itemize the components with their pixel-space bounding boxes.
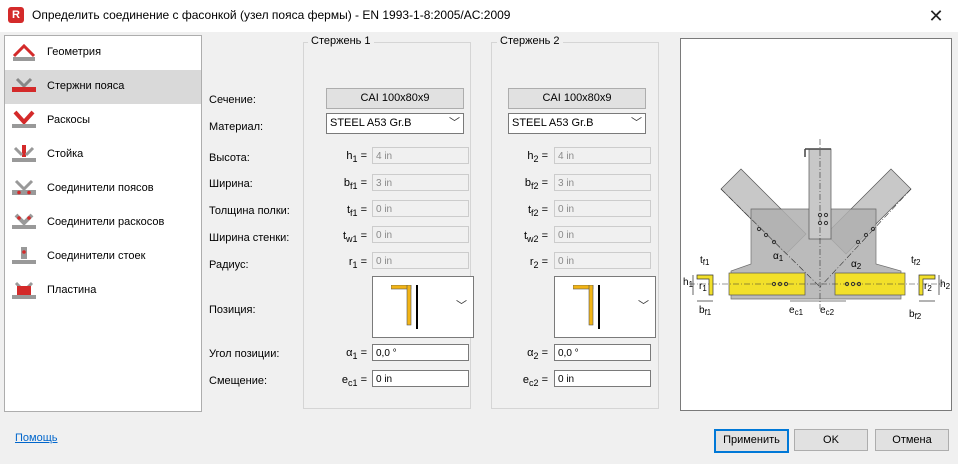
- bar2-tw-symbol: tw2 =: [523, 230, 548, 245]
- angle-position-icon: [573, 285, 600, 329]
- sidebar-item-label: Раскосы: [47, 114, 91, 126]
- bar1-b-field: 3 in: [372, 174, 469, 191]
- bf2-label: bf2: [909, 309, 922, 321]
- bar1-position-select[interactable]: ﹀: [372, 276, 474, 338]
- geometry-icon: [12, 43, 36, 61]
- bar2-offset-input[interactable]: 0 in: [554, 370, 651, 387]
- post-connectors-icon: [12, 247, 36, 264]
- bar1-r-symbol: r1 =: [348, 256, 367, 271]
- bar1-tf-field: 0 in: [372, 200, 469, 217]
- window-title: Определить соединение с фасонкой (узел п…: [32, 8, 511, 22]
- title-bar: R Определить соединение с фасонкой (узел…: [0, 0, 958, 32]
- bar2-alpha-input[interactable]: 0,0 °: [554, 344, 651, 361]
- diagonal-connectors-icon: [12, 213, 36, 229]
- tf1-label: tf1: [700, 255, 710, 267]
- sidebar-item-label: Соединители стоек: [47, 250, 146, 262]
- bar1-tw-field: 0 in: [372, 226, 469, 243]
- bar2-b-symbol: bf2 =: [524, 177, 548, 192]
- position-label: Позиция:: [209, 304, 256, 316]
- bar2-section-button[interactable]: CAI 100x80x9: [508, 88, 646, 109]
- sidebar-item-plate[interactable]: Пластина: [5, 274, 201, 308]
- bar1-b-symbol: bf1 =: [343, 177, 367, 192]
- apply-button[interactable]: Применить: [714, 429, 789, 453]
- bar2-alpha-symbol: α2 =: [527, 347, 548, 362]
- chevron-down-icon: ﹀: [638, 300, 649, 312]
- bar2-b-field: 3 in: [554, 174, 651, 191]
- bar2-tf-symbol: tf2 =: [527, 204, 548, 219]
- ec1-label: ec1: [789, 305, 804, 317]
- bar2-position-select[interactable]: ﹀: [554, 276, 656, 338]
- section-label: Сечение:: [209, 94, 256, 106]
- sidebar-item-geometry[interactable]: Геометрия: [5, 36, 201, 70]
- sidebar-item-label: Пластина: [47, 284, 97, 296]
- bar1-r-field: 0 in: [372, 252, 469, 269]
- h1-label: h1: [683, 277, 694, 289]
- plate-icon: [12, 281, 36, 299]
- bar1-h-symbol: h1 =: [346, 150, 367, 165]
- connection-preview: tf1 h1 r1 bf1 ec1 ec2 α1 α2 tf2 r2 h2 bf…: [680, 38, 952, 411]
- bar2-e-symbol: ec2 =: [522, 374, 548, 389]
- bar2-tw-field: 0 in: [554, 226, 651, 243]
- bar1-material-select[interactable]: STEEL A53 Gr.B ﹀: [326, 113, 464, 134]
- bar2-h-field: 4 in: [554, 147, 651, 164]
- sidebar-item-label: Стойка: [47, 148, 84, 160]
- bar2-tf-field: 0 in: [554, 200, 651, 217]
- sidebar-item-post[interactable]: Стойка: [5, 138, 201, 172]
- sidebar-item-diagonals[interactable]: Раскосы: [5, 104, 201, 138]
- sidebar-item-post-connectors[interactable]: Соединители стоек: [5, 240, 201, 274]
- bar2-title: Стержень 2: [497, 35, 563, 47]
- app-icon: R: [8, 7, 24, 23]
- bar1-alpha-symbol: α1 =: [346, 347, 367, 362]
- bar2-material-select[interactable]: STEEL A53 Gr.B ﹀: [508, 113, 646, 134]
- chevron-down-icon: ﹀: [456, 300, 467, 312]
- sidebar-item-label: Соединители поясов: [47, 182, 154, 194]
- tf2-label: tf2: [911, 255, 921, 267]
- chevron-down-icon: ﹀: [631, 117, 642, 129]
- bar2-r-field: 0 in: [554, 252, 651, 269]
- bar1-title: Стержень 1: [308, 35, 374, 47]
- close-icon[interactable]: ✕: [924, 4, 948, 28]
- sidebar-item-diagonal-connectors[interactable]: Соединители раскосов: [5, 206, 201, 240]
- chord-bars-icon: [12, 77, 36, 92]
- bar1-offset-input[interactable]: 0 in: [372, 370, 469, 387]
- sidebar-item-label: Соединители раскосов: [47, 216, 165, 228]
- help-link[interactable]: Помощь: [15, 432, 58, 444]
- sidebar-item-chord-bars[interactable]: Стержни пояса: [5, 70, 201, 104]
- sidebar-item-chord-connectors[interactable]: Соединители поясов: [5, 172, 201, 206]
- ec2-label: ec2: [820, 305, 835, 317]
- chevron-down-icon: ﹀: [449, 117, 460, 129]
- web-thickness-label: Ширина стенки:: [209, 232, 290, 244]
- material-label: Материал:: [209, 121, 264, 133]
- bar1-h-field: 4 in: [372, 147, 469, 164]
- sidebar-item-label: Геометрия: [47, 46, 102, 58]
- r2-label: r2: [924, 281, 932, 293]
- bar1-e-symbol: ec1 =: [341, 374, 367, 389]
- bar1-alpha-input[interactable]: 0,0 °: [372, 344, 469, 361]
- sidebar: Геометрия Стержни пояса Раскосы Стойка С…: [4, 35, 202, 412]
- height-label: Высота:: [209, 152, 250, 164]
- chord-connectors-icon: [12, 179, 36, 195]
- r1-label: r1: [699, 281, 707, 293]
- offset-label: Смещение:: [209, 375, 268, 387]
- angle-position-icon: [391, 285, 418, 329]
- bar1-section-button[interactable]: CAI 100x80x9: [326, 88, 464, 109]
- h2-label: h2: [940, 279, 951, 291]
- bf1-label: bf1: [699, 305, 712, 317]
- ok-button[interactable]: OK: [794, 429, 868, 451]
- bar1-tw-symbol: tw1 =: [342, 230, 367, 245]
- radius-label: Радиус:: [209, 259, 249, 271]
- flange-thickness-label: Толщина полки:: [209, 205, 290, 217]
- bar1-tf-symbol: tf1 =: [346, 204, 367, 219]
- bar2-r-symbol: r2 =: [529, 256, 548, 271]
- width-label: Ширина:: [209, 178, 253, 190]
- diagonals-icon: [12, 110, 36, 128]
- sidebar-item-label: Стержни пояса: [47, 80, 125, 92]
- post-icon: [12, 145, 36, 162]
- bar2-h-symbol: h2 =: [527, 150, 548, 165]
- connection-drawing: tf1 h1 r1 bf1 ec1 ec2 α1 α2 tf2 r2 h2 bf…: [683, 139, 951, 321]
- position-angle-label: Угол позиции:: [209, 348, 280, 360]
- cancel-button[interactable]: Отмена: [875, 429, 949, 451]
